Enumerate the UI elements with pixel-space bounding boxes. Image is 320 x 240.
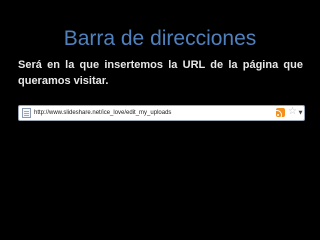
chevron-down-icon[interactable]: ▼ — [297, 106, 304, 120]
star-icon[interactable]: ☆ — [288, 105, 297, 119]
address-bar[interactable]: http://www.slideshare.net/ice_love/edit_… — [18, 105, 305, 121]
slide-title: Barra de direcciones — [63, 27, 257, 50]
page-icon — [22, 108, 31, 118]
slide-body-text: Será en la que insertemos la URL de la p… — [18, 59, 303, 87]
rss-feed-icon[interactable] — [276, 108, 285, 117]
url-text[interactable]: http://www.slideshare.net/ice_love/edit_… — [34, 106, 171, 120]
